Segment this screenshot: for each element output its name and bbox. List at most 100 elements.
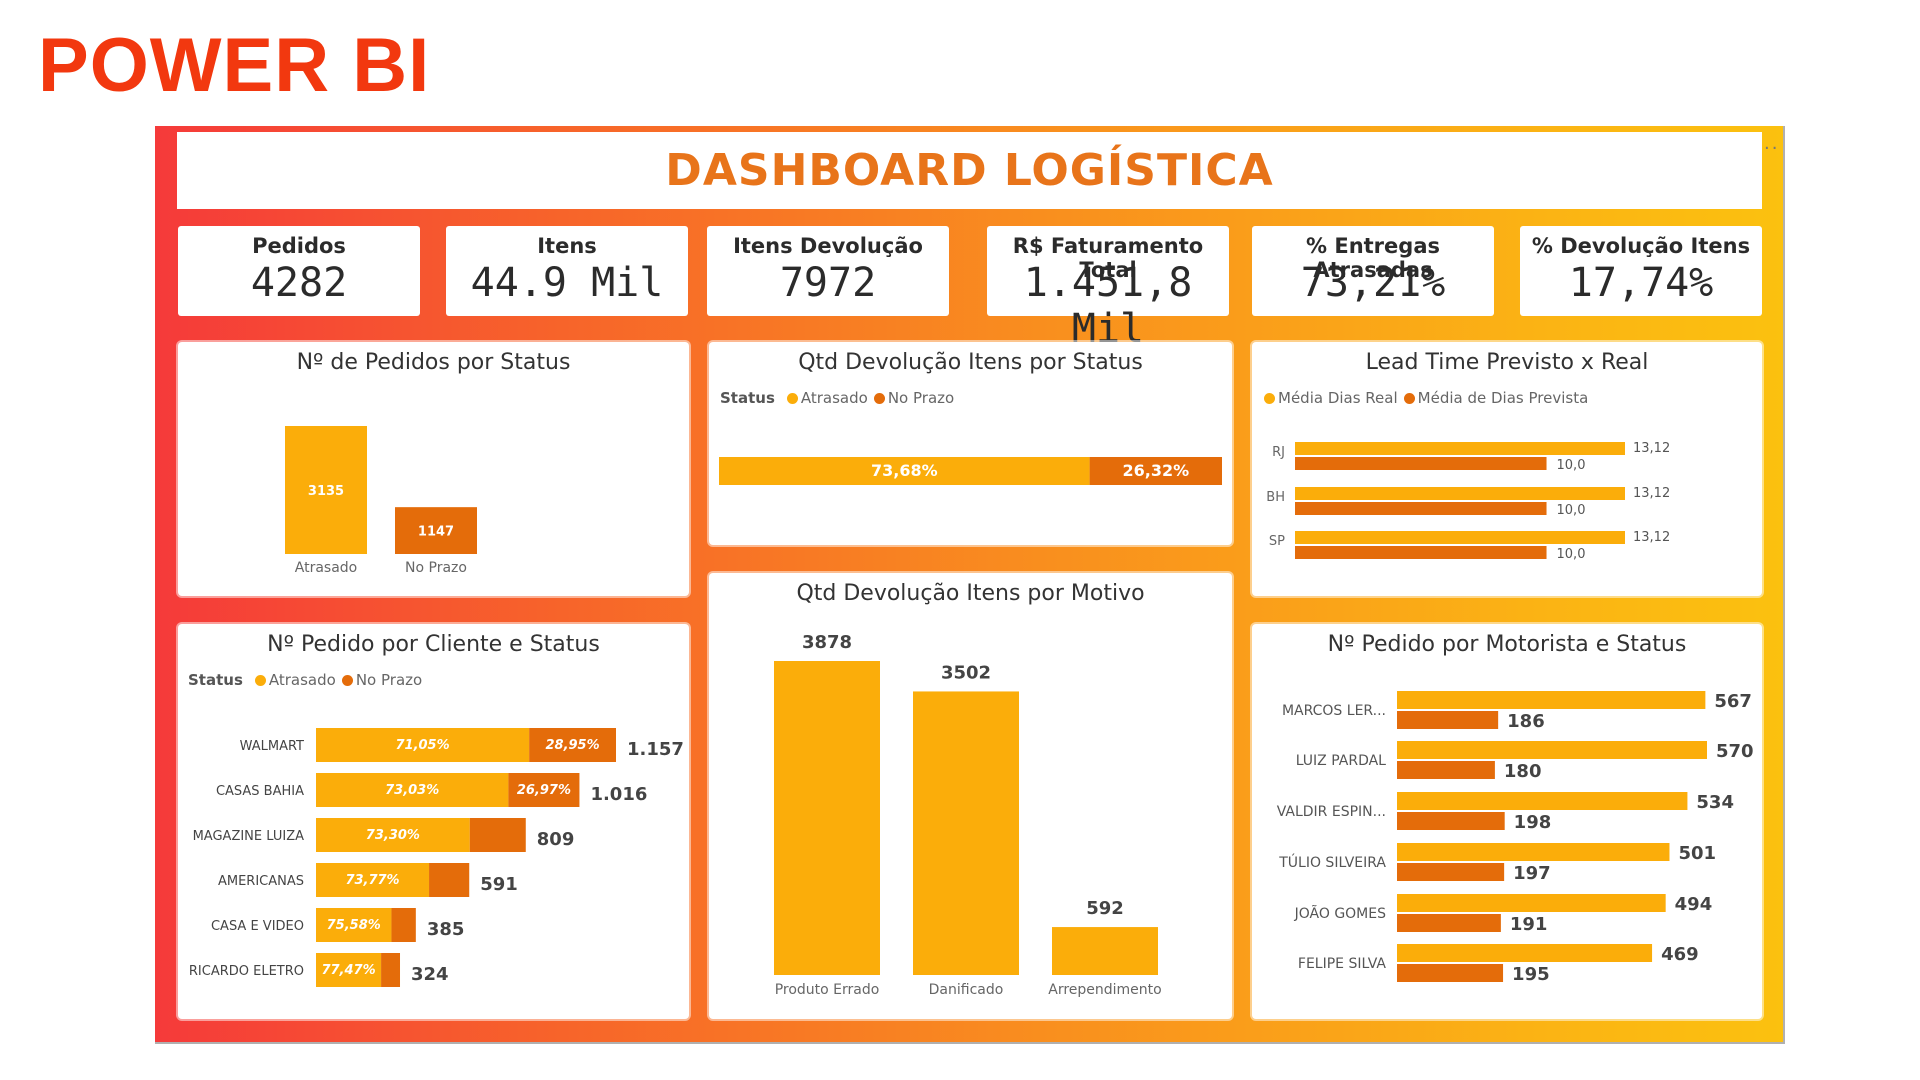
bar-arrependimento <box>1052 927 1158 975</box>
total-label: 1.157 <box>627 739 684 760</box>
bar-value-label: 534 <box>1696 792 1734 813</box>
category-label: Atrasado <box>295 560 357 576</box>
segment-label: 26,32% <box>1122 461 1189 480</box>
more-options-icon[interactable]: .. <box>1764 133 1779 154</box>
bar-value-label: 195 <box>1512 964 1550 985</box>
total-label: 385 <box>427 919 465 940</box>
category-label: SP <box>1269 534 1285 549</box>
bar-value-label: 3878 <box>802 632 852 653</box>
bar-value-label: 191 <box>1510 914 1548 935</box>
bar-value-label: 501 <box>1678 843 1716 864</box>
bar-media-dias-prevista <box>1295 457 1547 470</box>
bar-value-label: 570 <box>1716 741 1754 762</box>
kpi-card-pedidos[interactable]: Pedidos 4282 <box>178 226 420 316</box>
kpi-card-faturamento[interactable]: R$ Faturamento Total 1.451,8 Mil <box>987 226 1229 352</box>
dashboard-title: DASHBOARD LOGÍSTICA <box>665 145 1274 196</box>
bar-value-label: 10,0 <box>1557 547 1586 562</box>
category-label: AMERICANAS <box>218 874 304 889</box>
kpi-value: 44.9 Mil <box>470 260 664 306</box>
panel-pedido-cliente[interactable]: Nº Pedido por Cliente e Status Status Atr… <box>178 624 689 1019</box>
bar-atrasado <box>1397 792 1688 810</box>
kpi-value: 7972 <box>779 260 877 306</box>
bar-value-label: 10,0 <box>1557 458 1586 473</box>
total-label: 809 <box>537 829 575 850</box>
category-label: CASA E VIDEO <box>211 919 304 934</box>
bar-media-dias-real <box>1295 531 1625 544</box>
chart-lead-time: RJ 13,12 10,0 BH 13,12 10,0 SP 13,12 10,0 <box>1266 441 1670 562</box>
segment-label: 75,58% <box>327 918 381 933</box>
kpi-value: 17,74% <box>1568 260 1714 306</box>
total-label: 1.016 <box>590 784 647 805</box>
chart-devolucao-status: 73,68% 26,32% <box>719 457 1222 485</box>
bar-value-label: 1147 <box>418 525 454 540</box>
kpi-label: Pedidos <box>252 234 346 258</box>
bar-value-label: 3502 <box>941 662 991 683</box>
segment-label: 73,77% <box>345 873 399 888</box>
stack-segment-no-prazo <box>469 818 526 852</box>
bar-no-prazo <box>1397 964 1504 982</box>
kpi-value: 1.451,8 Mil <box>1023 260 1193 352</box>
kpi-value: 73,21% <box>1300 260 1446 306</box>
bar-no-prazo <box>1397 863 1505 881</box>
bar-value-label: 198 <box>1514 812 1552 833</box>
category-label: TÚLIO SILVEIRA <box>1278 853 1386 871</box>
segment-label: 73,68% <box>871 461 938 480</box>
bar-value-label: 13,12 <box>1633 530 1670 545</box>
panel-lead-time[interactable]: Lead Time Previsto x Real Média Dias Rea… <box>1252 342 1762 596</box>
bar-atrasado <box>1397 944 1653 962</box>
chart-devolucao-motivo: 3878 Produto Errado 3502 Danificado 592 Arrep… <box>774 632 1162 998</box>
bar-no-prazo <box>1397 914 1501 932</box>
bar-media-dias-real <box>1295 442 1625 455</box>
panel-devolucao-motivo[interactable]: Qtd Devolução Itens por Motivo 3878 Produ… <box>709 573 1232 1019</box>
bar-atrasado <box>1397 843 1670 861</box>
total-label: 591 <box>480 874 518 895</box>
bar-value-label: 494 <box>1675 894 1713 915</box>
bar-atrasado <box>1397 894 1666 912</box>
category-label: MAGAZINE LUIZA <box>193 829 305 844</box>
category-label: Arrependimento <box>1048 982 1161 998</box>
bar-media-dias-real <box>1295 487 1625 500</box>
segment-label: 26,97% <box>517 783 571 798</box>
category-label: FELIPE SILVA <box>1298 956 1387 972</box>
category-label: No Prazo <box>405 560 467 576</box>
bar-atrasado <box>1397 741 1707 759</box>
segment-label: 77,47% <box>321 963 375 978</box>
kpi-card-itens-devolucao[interactable]: Itens Devolução 7972 <box>707 226 949 316</box>
category-label: RICARDO ELETRO <box>189 964 304 979</box>
panel-pedidos-status[interactable]: Nº de Pedidos por Status 3135 Atrasado 114… <box>178 342 689 596</box>
category-label: Danificado <box>929 982 1004 998</box>
category-label: MARCOS LER... <box>1282 703 1386 719</box>
stack-segment-no-prazo <box>381 953 401 987</box>
bar-value-label: 592 <box>1086 898 1124 919</box>
category-label: BH <box>1266 490 1285 505</box>
bar-value-label: 197 <box>1513 863 1551 884</box>
chart-pedido-motorista: MARCOS LER... 567 186 LUIZ PARDAL 570 180 VALD… <box>1277 691 1754 985</box>
category-label: LUIZ PARDAL <box>1296 753 1386 769</box>
stack-segment-no-prazo <box>391 908 416 942</box>
chart-pedidos-status: 3135 Atrasado 1147 No Prazo <box>285 426 477 576</box>
panel-pedido-motorista[interactable]: Nº Pedido por Motorista e Status MARCOS … <box>1252 624 1762 1019</box>
bar-value-label: 567 <box>1714 691 1752 712</box>
kpi-card-entregas-atrasadas[interactable]: % Entregas Atrasadas 73,21% <box>1252 226 1494 316</box>
kpi-card-itens[interactable]: Itens 44.9 Mil <box>446 226 688 316</box>
bar-value-label: 180 <box>1504 761 1542 782</box>
bar-media-dias-prevista <box>1295 502 1547 515</box>
stack-segment-no-prazo <box>429 863 470 897</box>
bar-no-prazo <box>1397 711 1499 729</box>
bar-value-label: 186 <box>1507 711 1545 732</box>
bar-value-label: 469 <box>1661 944 1699 965</box>
category-label: Produto Errado <box>775 982 880 998</box>
kpi-label: Itens <box>537 234 597 258</box>
total-label: 324 <box>411 964 449 985</box>
kpi-card-devolucao-itens[interactable]: % Devolução Itens 17,74% <box>1520 226 1762 316</box>
dashboard-title-bar: DASHBOARD LOGÍSTICA <box>177 132 1762 209</box>
category-label: VALDIR ESPIN... <box>1277 804 1386 820</box>
panel-devolucao-status[interactable]: Qtd Devolução Itens por Status Status Atr… <box>709 342 1232 545</box>
bar-no-prazo <box>1397 761 1495 779</box>
bar-media-dias-prevista <box>1295 546 1547 559</box>
kpi-value: 4282 <box>250 260 348 306</box>
segment-label: 73,30% <box>366 828 420 843</box>
segment-label: 28,95% <box>545 738 599 753</box>
category-label: RJ <box>1272 445 1285 460</box>
bar-value-label: 10,0 <box>1557 503 1586 518</box>
